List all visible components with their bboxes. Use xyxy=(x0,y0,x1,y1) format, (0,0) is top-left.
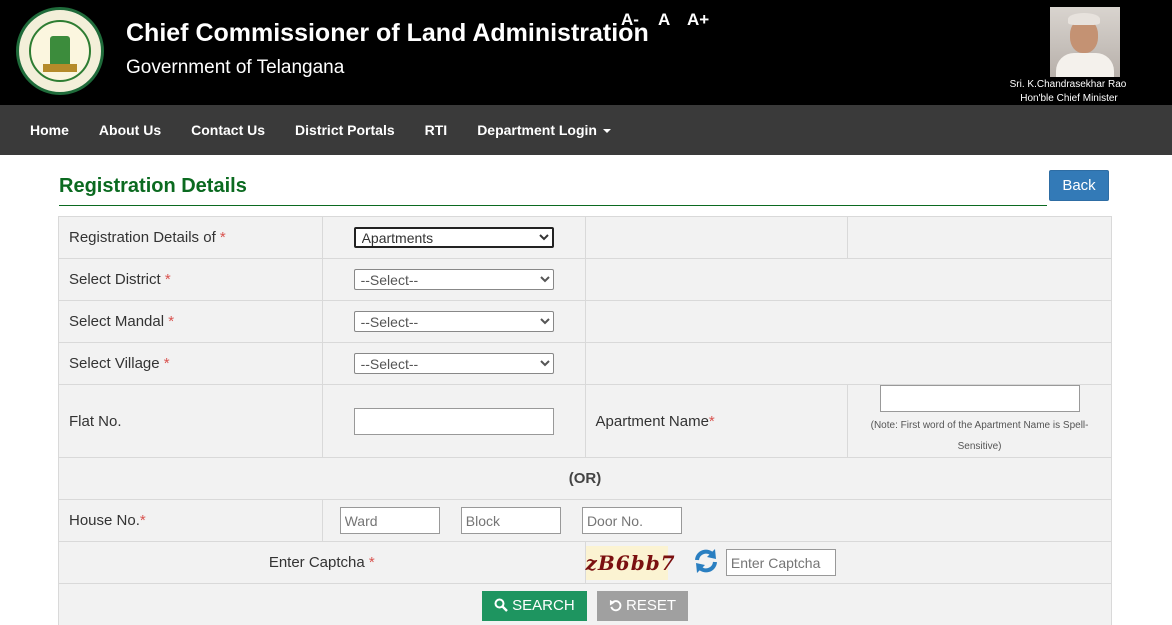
captcha-image: zB6bb7 xyxy=(585,545,675,580)
form-row-or: (OR) xyxy=(58,457,1112,500)
nav-district-portals[interactable]: District Portals xyxy=(280,122,410,138)
required-marker: * xyxy=(168,313,175,330)
registration-type-label: Registration Details of xyxy=(69,229,216,246)
ward-input[interactable] xyxy=(339,507,440,534)
chief-minister-name: Sri. K.Chandrasekhar Rao xyxy=(1009,79,1127,90)
district-select[interactable]: --Select-- xyxy=(353,269,554,290)
required-marker: * xyxy=(368,554,375,571)
search-button[interactable]: SEARCH xyxy=(481,590,587,621)
back-button[interactable]: Back xyxy=(1049,170,1109,201)
block-input[interactable] xyxy=(460,507,561,534)
nav-home[interactable]: Home xyxy=(15,122,84,138)
main-content: Registration Details Back Registration D… xyxy=(0,155,1172,625)
mandal-select[interactable]: --Select-- xyxy=(353,311,554,332)
nav-about-us[interactable]: About Us xyxy=(84,122,176,138)
form-row-registration-type: Registration Details of * Apartments xyxy=(58,216,1112,259)
captcha-label: Enter Captcha xyxy=(268,554,365,571)
site-header: Chief Commissioner of Land Administratio… xyxy=(0,0,1172,105)
registration-type-select[interactable]: Apartments xyxy=(353,227,554,248)
apartment-name-note: (Note: First word of the Apartment Name … xyxy=(870,420,1089,452)
telangana-emblem-logo xyxy=(16,7,104,95)
apartment-name-input[interactable] xyxy=(879,385,1080,412)
registration-form: Registration Details of * Apartments Sel… xyxy=(58,216,1113,625)
village-select[interactable]: --Select-- xyxy=(353,353,554,374)
door-no-input[interactable] xyxy=(581,507,682,534)
form-row-flat: Flat No. Apartment Name* (Note: First wo… xyxy=(58,384,1112,458)
search-button-label: SEARCH xyxy=(512,597,575,614)
reset-button-label: RESET xyxy=(626,597,677,614)
main-nav: Home About Us Contact Us District Portal… xyxy=(0,105,1172,155)
district-label: Select District xyxy=(69,271,161,288)
emblem-base xyxy=(43,64,77,72)
title-divider xyxy=(59,205,1047,206)
village-label: Select Village xyxy=(69,355,160,372)
chief-minister-photo xyxy=(1050,7,1120,77)
form-row-mandal: Select Mandal * --Select-- xyxy=(58,300,1113,343)
caret-down-icon xyxy=(602,129,611,134)
search-icon xyxy=(494,598,508,612)
required-marker: * xyxy=(708,412,715,430)
chief-minister-role: Hon'ble Chief Minister xyxy=(1020,93,1118,104)
department-login-label: Department Login xyxy=(477,122,597,138)
required-marker: * xyxy=(163,355,170,372)
nav-contact-us[interactable]: Contact Us xyxy=(176,122,280,138)
house-no-label: House No. xyxy=(69,512,140,529)
page-title: Registration Details xyxy=(59,175,247,197)
required-marker: * xyxy=(219,229,226,246)
flat-no-label: Flat No. xyxy=(69,412,122,430)
undo-icon xyxy=(609,599,622,612)
flat-no-input[interactable] xyxy=(353,407,554,435)
font-increase-button[interactable]: A+ xyxy=(687,10,709,30)
apartment-name-label: Apartment Name xyxy=(595,412,709,430)
form-row-house-no: House No.* xyxy=(58,499,1113,542)
form-row-district: Select District * --Select-- xyxy=(58,258,1113,301)
nav-department-login[interactable]: Department Login xyxy=(462,122,626,138)
form-row-captcha: Enter Captcha * zB6bb7 xyxy=(58,541,1113,584)
site-title: Chief Commissioner of Land Administratio… xyxy=(126,19,649,47)
required-marker: * xyxy=(139,512,146,529)
form-row-village: Select Village * --Select-- xyxy=(58,342,1113,385)
font-normal-button[interactable]: A xyxy=(658,10,670,30)
captcha-input[interactable] xyxy=(725,549,836,576)
font-decrease-button[interactable]: A- xyxy=(621,10,639,30)
or-separator: (OR) xyxy=(58,457,1112,500)
nav-rti[interactable]: RTI xyxy=(410,122,463,138)
form-row-actions: SEARCH RESET xyxy=(58,583,1112,625)
refresh-captcha-icon[interactable] xyxy=(692,547,720,579)
site-subtitle: Government of Telangana xyxy=(126,57,345,78)
reset-button[interactable]: RESET xyxy=(596,590,689,621)
required-marker: * xyxy=(164,271,171,288)
mandal-label: Select Mandal xyxy=(69,313,165,330)
emblem-gateway xyxy=(50,36,70,64)
emblem-inner-ring xyxy=(29,20,91,82)
